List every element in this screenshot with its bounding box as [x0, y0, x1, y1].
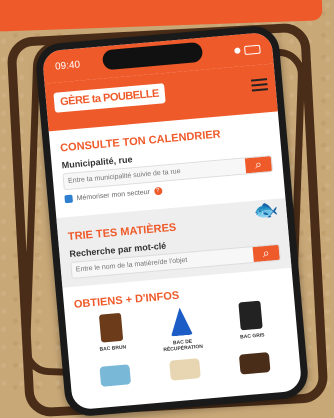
recycling-bin-icon: [169, 307, 193, 337]
bin-card-label: BAC BRUN: [99, 344, 127, 353]
phone-screen: 09:40 GÈRE ta POUBELLE CONSULTE TON CALE…: [34, 24, 310, 418]
bin-card-brown[interactable]: BAC BRUN: [80, 311, 144, 360]
remember-label: Mémoriser mon secteur: [76, 188, 151, 202]
status-time: 09:40: [54, 58, 81, 73]
search-icon: ⌕: [262, 245, 271, 261]
bin-card-gray[interactable]: BAC GRIS: [219, 299, 283, 348]
status-icons: [234, 44, 261, 55]
sofa-icon[interactable]: [169, 358, 201, 381]
brown-bin-icon: [98, 312, 124, 343]
keyword-search-button[interactable]: ⌕: [252, 244, 280, 263]
remember-checkbox[interactable]: [64, 194, 74, 204]
recycle-icon[interactable]: [99, 364, 132, 387]
info-section: OBTIENS + D'INFOS BAC BRUN BAC DE RÉCUPÉ…: [62, 268, 301, 396]
hamburger-menu-icon[interactable]: [250, 78, 268, 92]
info-icon[interactable]: ?: [153, 186, 163, 196]
bin-card-label: BAC DE RÉCUPÉRATION: [163, 338, 204, 354]
signal-icon: [234, 47, 241, 54]
bin-card-recycling[interactable]: BAC DE RÉCUPÉRATION: [150, 305, 214, 354]
battery-icon: [243, 44, 261, 55]
bin-icon[interactable]: [238, 352, 271, 375]
gray-bin-icon: [238, 300, 263, 331]
search-icon: ⌕: [254, 156, 263, 172]
fish-skeleton-icon: 🐟: [252, 198, 280, 223]
municipality-search-button[interactable]: ⌕: [244, 156, 273, 174]
app-logo: GÈRE ta POUBELLE: [53, 83, 166, 113]
bin-card-label: BAC GRIS: [239, 332, 265, 341]
